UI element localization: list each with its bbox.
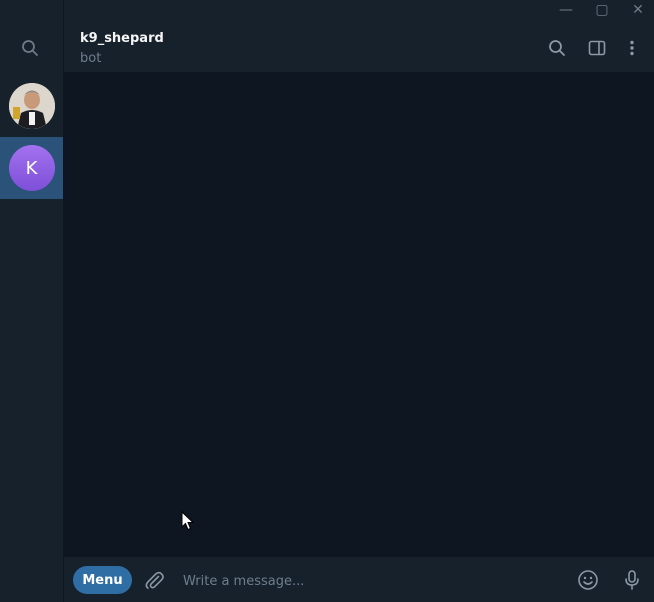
- chat-status: bot: [80, 51, 102, 66]
- message-history[interactable]: [64, 73, 654, 557]
- emoji-icon: [578, 570, 598, 590]
- more-options-button[interactable]: [620, 36, 644, 60]
- avatar: [8, 83, 55, 129]
- maximize-icon: ▢: [595, 2, 609, 18]
- profile-photo-icon: [8, 83, 55, 129]
- window-titlebar: — ▢ ✕: [0, 0, 654, 20]
- paperclip-icon: [145, 571, 164, 589]
- chat-header: k9_shepard bot: [64, 20, 654, 73]
- microphone-icon: [625, 570, 639, 590]
- attach-button[interactable]: [142, 568, 166, 592]
- message-composer: Menu: [64, 557, 654, 602]
- chat-title[interactable]: k9_shepard: [80, 31, 164, 46]
- more-vertical-icon: [630, 40, 634, 56]
- search-icon: [549, 40, 565, 56]
- emoji-button[interactable]: [576, 568, 600, 592]
- close-icon: ✕: [632, 2, 644, 18]
- minimize-icon: —: [559, 2, 573, 18]
- search-icon: [22, 40, 38, 56]
- chat-list-item-photo[interactable]: [0, 75, 63, 137]
- maximize-button[interactable]: ▢: [584, 0, 620, 20]
- avatar-initial: K: [25, 157, 38, 179]
- header-search-button[interactable]: [545, 36, 569, 60]
- avatar: K: [8, 145, 55, 191]
- close-window-button[interactable]: ✕: [620, 0, 654, 20]
- voice-message-button[interactable]: [620, 568, 644, 592]
- minimize-button[interactable]: —: [548, 0, 584, 20]
- sidebar-panel-icon: [588, 40, 606, 56]
- chat-list-sidebar: K: [0, 0, 64, 602]
- chat-list-item-k9-shepard[interactable]: K: [0, 137, 63, 199]
- message-input[interactable]: [181, 566, 565, 596]
- mouse-pointer-icon: [181, 511, 195, 531]
- sidebar-panel-button[interactable]: [585, 36, 609, 60]
- sidebar-search-button[interactable]: [16, 34, 44, 62]
- bot-menu-button[interactable]: Menu: [73, 566, 132, 594]
